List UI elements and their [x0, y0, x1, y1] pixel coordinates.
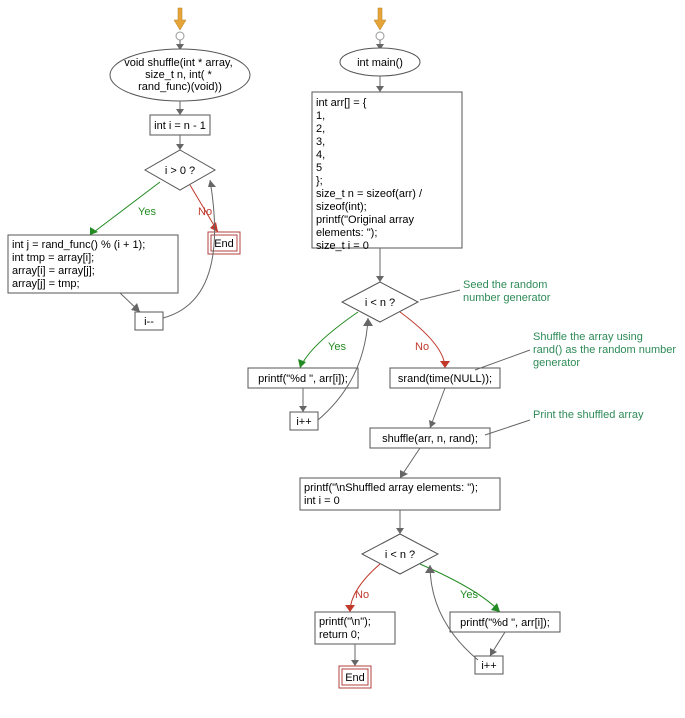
entry-circle-main [376, 32, 384, 40]
annot-seed: Seed the random number generator [463, 279, 551, 304]
main-no1-label: No [415, 341, 429, 353]
shuffle-no-label: No [198, 206, 212, 218]
main-srand-text: srand(time(NULL)); [398, 373, 492, 385]
main-step2-text: i++ [481, 660, 496, 672]
main-end-node: End [339, 666, 371, 688]
main-yes1-label: Yes [328, 341, 346, 353]
main-cond1-text: i < n ? [365, 297, 395, 309]
shuffle-init-text: int i = n - 1 [154, 120, 206, 132]
main-end-text: End [345, 672, 365, 684]
entry-circle-shuffle [176, 32, 184, 40]
shuffle-step-text: i-- [144, 316, 154, 328]
flowchart-canvas: void shuffle(int * array, size_t n, int(… [0, 0, 685, 718]
shuffle-yes-label: Yes [138, 206, 156, 218]
main-step1-text: i++ [296, 416, 311, 428]
main-print2-text: printf("%d ", arr[i]); [460, 617, 550, 629]
entry-arrow-main [374, 8, 386, 30]
main-shufcall-text: shuffle(arr, n, rand); [382, 433, 478, 445]
main-start-text: int main() [357, 57, 403, 69]
main-cond2-text: i < n ? [385, 549, 415, 561]
entry-arrow-shuffle [174, 8, 186, 30]
shuffle-end-node: End [208, 232, 240, 254]
annot-print: Print the shuffled array [533, 409, 644, 421]
main-yes2-label: Yes [460, 589, 478, 601]
shuffle-end-text: End [214, 238, 234, 250]
main-print1-text: printf("%d ", arr[i]); [258, 373, 348, 385]
shuffle-cond-text: i > 0 ? [165, 165, 195, 177]
main-no2-label: No [355, 589, 369, 601]
annot-shuffle: Shuffle the array using rand() as the ra… [533, 331, 679, 369]
